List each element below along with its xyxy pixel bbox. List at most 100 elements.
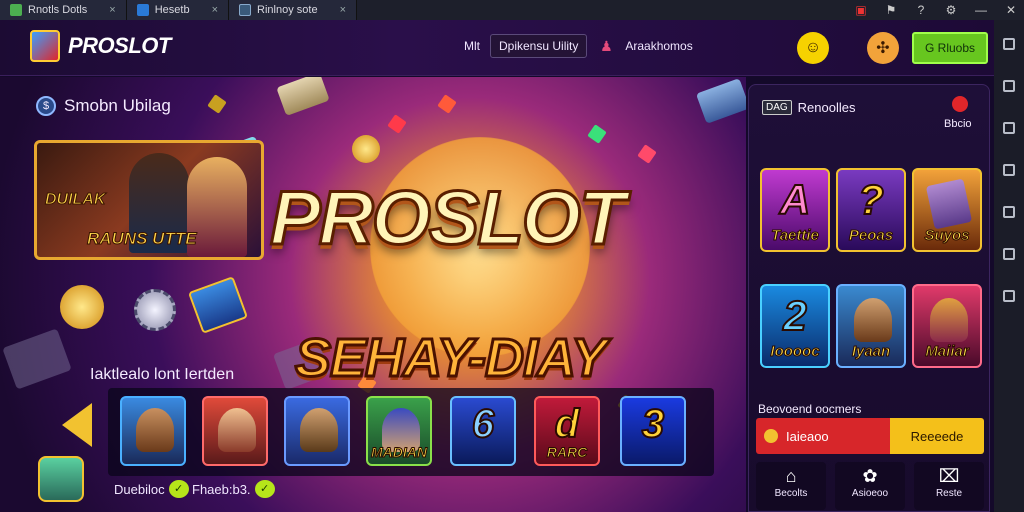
featured-tile-label: Iyaan (851, 343, 891, 361)
deal-bar: Iaieaoo Reeeede (756, 418, 984, 454)
hero-subtitle: SEHAY-DIAY (293, 327, 608, 390)
featured-tile-label: Suyos (924, 227, 970, 245)
spark-decoration (387, 114, 407, 134)
close-icon[interactable]: ✕ (1004, 3, 1018, 17)
featured-tile-symbol: 2 (782, 291, 807, 340)
flag-icon[interactable]: ⚑ (884, 3, 898, 17)
featured-tile[interactable]: Suyos (912, 168, 982, 252)
deal-left-button[interactable]: Iaieaoo (756, 418, 890, 454)
game-tile[interactable]: 6 (450, 396, 516, 466)
tab-rnotls[interactable]: Rnotls Dotls × (0, 0, 127, 20)
card-symbol-icon (925, 178, 973, 230)
user-icon[interactable]: ♟ (597, 38, 615, 54)
game-tile-label: 3 (641, 401, 665, 447)
minimize-icon[interactable]: — (974, 3, 988, 17)
coin-decoration (352, 135, 380, 163)
game-tile[interactable]: MADIAN (366, 396, 432, 466)
coin-icon (764, 429, 778, 443)
notification-badge[interactable] (952, 96, 968, 112)
featured-tile-label: Taettie (771, 227, 820, 245)
deal-right-button[interactable]: Reeeede (890, 418, 984, 454)
side-toolbar (994, 20, 1024, 512)
featured-tile[interactable]: Maiiar (912, 284, 982, 368)
screen-icon[interactable] (1003, 80, 1015, 92)
footer-info-label: Duebiloc (114, 481, 165, 497)
window-controls: ▣ ⚑ ? ⚙ — ✕ (854, 0, 1018, 20)
gear-icon[interactable]: ⚙ (944, 3, 958, 17)
featured-tile-label: Peoas (848, 227, 894, 245)
spark-decoration (587, 124, 607, 144)
check-icon: ✓ (168, 480, 189, 498)
nav-account[interactable]: Araakhomos (625, 39, 692, 53)
close-icon[interactable]: × (212, 4, 218, 16)
character-heroine (218, 408, 256, 452)
spark-decoration (637, 144, 657, 164)
featured-tile[interactable]: Iyaan (836, 284, 906, 368)
bottom-nav-settings[interactable]: ✿ Asioeoo (835, 462, 905, 510)
deal-left-label: Iaieaoo (786, 428, 829, 444)
featured-tile[interactable]: A Taettie (760, 168, 830, 252)
coin-decoration (60, 285, 104, 329)
close-icon[interactable]: × (109, 4, 115, 16)
record-icon[interactable]: ▣ (854, 3, 868, 17)
tab-rinlnoy[interactable]: Rinlnoy sote × (229, 0, 358, 20)
featured-tile-label: Iooooc (770, 343, 820, 361)
store-icon: ⌧ (938, 466, 960, 486)
spark-decoration (207, 94, 227, 114)
window-tab-bar: Rnotls Dotls × Hesetb × Rinlnoy sote × ▣… (0, 0, 1024, 20)
check-icon: ✓ (254, 480, 275, 498)
character-adventurer (136, 408, 174, 452)
tab-hesetb[interactable]: Hesetb × (126, 0, 230, 20)
footer-info-2: Fhaeb:b3. ✓ (192, 480, 275, 498)
featured-tile-label: Maiiar (925, 343, 969, 361)
game-tile[interactable] (202, 396, 268, 466)
featured-tile[interactable]: 2 Iooooc (760, 284, 830, 368)
card-decoration (695, 78, 746, 124)
promo-line2: RAUNS UTTE (87, 229, 198, 249)
deal-title: Beovoend oocmers (758, 402, 862, 416)
nav-button[interactable]: Dpikensu Uility (490, 34, 588, 58)
bottom-nav-label: Becolts (774, 488, 808, 499)
panel-badge-label[interactable]: Bbcio (944, 118, 972, 130)
wheel-icon[interactable]: ✣ (867, 32, 899, 64)
close-icon[interactable]: × (340, 4, 346, 16)
featured-tile-symbol: ? (857, 175, 885, 224)
app-header: PROSLOT Mlt Dpikensu Uility ♟ Araakhomos… (0, 20, 994, 76)
layers-icon[interactable] (1003, 248, 1015, 260)
more-icon[interactable] (1003, 290, 1015, 302)
footer-info-1: Duebiloc ✓ (114, 480, 189, 498)
featured-tile[interactable]: ? Peoas (836, 168, 906, 252)
game-tile[interactable] (120, 396, 186, 466)
nav-link[interactable]: Mlt (464, 39, 480, 53)
profile-icon[interactable]: ☺ (797, 32, 829, 64)
keyboard-icon[interactable] (1003, 38, 1015, 50)
treasure-chest-icon[interactable] (38, 456, 84, 502)
camera-icon[interactable] (1003, 122, 1015, 134)
panel-title: Renoolles (797, 100, 856, 115)
panel-tag: DAG (762, 100, 792, 115)
game-tile[interactable]: 3 (620, 396, 686, 466)
game-tile-label: 6 (471, 401, 495, 447)
chip-decoration (134, 289, 176, 331)
game-tile[interactable]: d RARC (534, 396, 600, 466)
bottom-nav-store[interactable]: ⌧ Reste (914, 462, 984, 510)
box-decoration (187, 276, 249, 334)
logo[interactable]: PROSLOT (30, 30, 171, 62)
character-explorer (300, 408, 338, 452)
hero-title: PROSLOT (268, 175, 626, 263)
tab-label: Hesetb (154, 4, 190, 16)
footer-info-label: Fhaeb:b3. (192, 481, 251, 497)
rotate-icon[interactable] (1003, 206, 1015, 218)
game-tile[interactable] (284, 396, 350, 466)
home-icon: ⌂ (785, 466, 797, 486)
promo-card[interactable]: DUILAK RAUNS UTTE (34, 140, 264, 260)
spark-decoration (437, 94, 457, 114)
letter-d-icon: d (554, 401, 580, 447)
volume-icon[interactable] (1003, 164, 1015, 176)
bottom-nav-home[interactable]: ⌂ Becolts (756, 462, 826, 510)
settings-icon: ✿ (862, 466, 878, 486)
bottom-nav: ⌂ Becolts ✿ Asioeoo ⌧ Reste (756, 462, 984, 510)
chevron-left-icon[interactable] (62, 403, 92, 447)
help-icon[interactable]: ? (914, 3, 928, 17)
cta-button[interactable]: G Rluobs (912, 32, 988, 64)
